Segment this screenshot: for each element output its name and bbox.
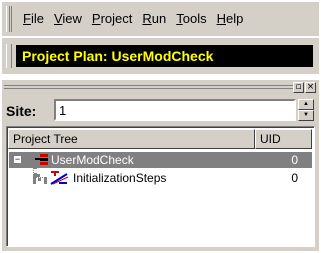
- panel-caption[interactable]: [4, 84, 297, 94]
- menu-bar: File View Project Run Tools Help: [2, 2, 319, 36]
- menu-items: File View Project Run Tools Help: [18, 11, 248, 27]
- menu-run[interactable]: Run: [137, 11, 171, 27]
- steps-node-icon: [50, 171, 69, 185]
- column-header-uid[interactable]: UID: [255, 129, 312, 149]
- tree-row-label: InitializationSteps: [73, 171, 167, 185]
- tree-row-initializationsteps[interactable]: InitializationSteps 0: [9, 170, 312, 186]
- project-tree[interactable]: Project Tree UID − UserModCheck 0 Initia…: [6, 126, 315, 247]
- tree-row-usermodcheck[interactable]: − UserModCheck 0: [9, 152, 312, 168]
- menu-project[interactable]: Project: [87, 11, 137, 27]
- toolbar-grip[interactable]: [6, 6, 12, 32]
- menu-tools[interactable]: Tools: [171, 11, 211, 27]
- panel-close-button[interactable]: ×: [305, 82, 316, 93]
- collapse-icon[interactable]: −: [13, 155, 22, 164]
- site-input[interactable]: [54, 99, 296, 121]
- tree-row-label: UserModCheck: [51, 153, 134, 167]
- close-icon: ×: [306, 82, 315, 92]
- column-header-project-tree[interactable]: Project Tree: [8, 129, 255, 149]
- panel-pin-button[interactable]: ▫: [293, 82, 304, 93]
- pin-icon: ▫: [295, 82, 302, 92]
- spin-up-button[interactable]: ▲: [298, 99, 314, 110]
- plan-bar-grip[interactable]: [6, 44, 12, 68]
- spin-down-button[interactable]: ▼: [298, 110, 314, 121]
- menu-file[interactable]: File: [18, 11, 49, 27]
- site-label: Site:: [6, 103, 37, 119]
- project-tree-panel: ▫ × Site: ▲ ▼ Project Tree UID − UserMod…: [2, 80, 319, 251]
- tree-row-uid: 0: [291, 153, 298, 167]
- site-spinner[interactable]: ▲ ▼: [298, 99, 314, 121]
- menu-help[interactable]: Help: [212, 11, 249, 27]
- menu-view[interactable]: View: [49, 11, 87, 27]
- project-plan-bar: Project Plan: UserModCheck: [2, 38, 319, 74]
- project-plan-title: Project Plan: UserModCheck: [16, 45, 313, 67]
- tree-row-uid: 0: [291, 171, 298, 185]
- project-node-icon: [35, 154, 48, 165]
